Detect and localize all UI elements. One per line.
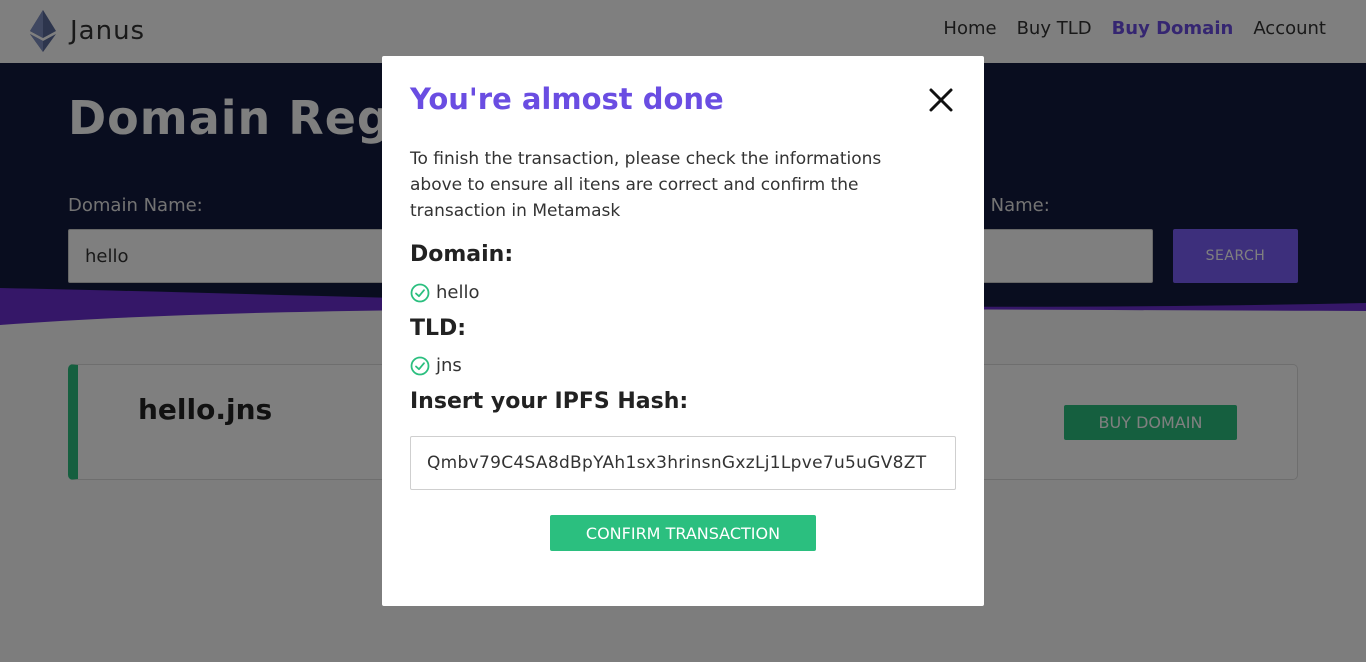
ipfs-hash-input[interactable] [410,436,956,490]
confirm-modal: You're almost done To finish the transac… [382,56,984,606]
tld-value: jns [436,355,462,376]
modal-title: You're almost done [410,82,724,116]
check-circle-icon [410,356,430,375]
confirm-transaction-button[interactable]: CONFIRM TRANSACTION [550,515,816,551]
check-circle-icon [410,283,430,302]
domain-row: hello [410,282,480,303]
modal-description: To finish the transaction, please check … [410,149,882,221]
ipfs-heading: Insert your IPFS Hash: [410,389,689,414]
tld-row: jns [410,355,462,376]
domain-value: hello [436,282,480,303]
close-icon[interactable] [926,85,956,115]
domain-heading: Domain: [410,242,514,267]
tld-heading: TLD: [410,316,467,341]
